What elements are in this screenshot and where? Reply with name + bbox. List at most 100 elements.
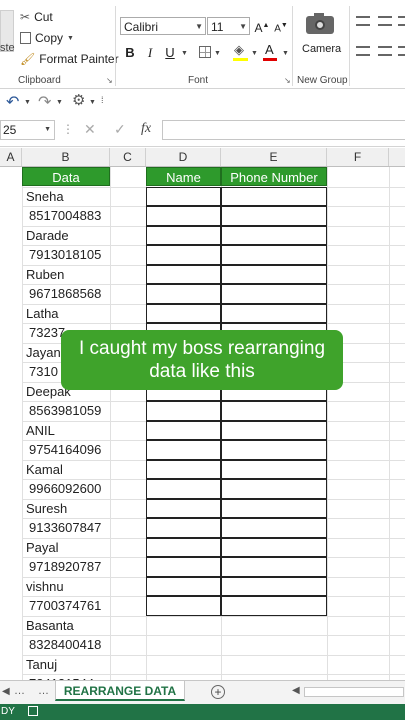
paste-label[interactable]: ste: [0, 42, 15, 54]
name-cell[interactable]: Suresh: [24, 499, 112, 518]
phone-table-cell[interactable]: [221, 576, 327, 596]
chevron-down-icon[interactable]: ▼: [44, 121, 51, 139]
name-table-cell[interactable]: [146, 440, 221, 460]
column-header-g[interactable]: [389, 148, 405, 166]
font-color-icon[interactable]: A: [265, 42, 274, 57]
phone-table-cell[interactable]: [221, 596, 327, 616]
column-header-b[interactable]: B: [22, 148, 110, 166]
chevron-down-icon[interactable]: ▼: [214, 50, 221, 57]
sheet-tab-rearrange-data[interactable]: REARRANGE DATA: [55, 681, 185, 701]
gear-icon[interactable]: ⚙: [72, 91, 85, 109]
name-cell[interactable]: Tanuj: [24, 655, 112, 674]
name-cell[interactable]: ANIL: [24, 421, 112, 440]
camera-label[interactable]: Camera: [302, 43, 341, 55]
prev-sheet-icon[interactable]: ◀: [2, 686, 10, 697]
name-header-cell[interactable]: Name: [146, 167, 221, 186]
name-table-cell[interactable]: [146, 537, 221, 557]
cut-button[interactable]: ✂ Cut: [20, 10, 53, 24]
column-header-c[interactable]: C: [110, 148, 146, 166]
fill-color-icon[interactable]: ◈: [234, 42, 244, 58]
copy-button[interactable]: Copy ▼: [20, 31, 74, 45]
chevron-down-icon[interactable]: ▼: [282, 50, 289, 57]
name-table-cell[interactable]: [146, 264, 221, 284]
grow-font-button[interactable]: A▲: [253, 17, 271, 35]
dialog-launcher-icon[interactable]: ↘: [106, 76, 113, 85]
name-table-cell[interactable]: [146, 557, 221, 577]
phone-header-cell[interactable]: Phone Number: [221, 167, 327, 186]
phone-table-cell[interactable]: [221, 537, 327, 557]
font-name-combo[interactable]: Calibri ▼: [120, 17, 206, 35]
chevron-down-icon[interactable]: ▼: [89, 99, 96, 106]
phone-table-cell[interactable]: [221, 401, 327, 421]
name-box[interactable]: 25 ▼: [0, 120, 55, 140]
phone-table-cell[interactable]: [221, 303, 327, 323]
name-table-cell[interactable]: [146, 225, 221, 245]
name-table-cell[interactable]: [146, 498, 221, 518]
phone-number-cell[interactable]: 8328400418: [24, 635, 115, 654]
phone-number-cell[interactable]: 8517004883: [24, 206, 115, 225]
chevron-down-icon[interactable]: ▼: [239, 18, 247, 36]
phone-number-cell[interactable]: 9754164096: [24, 440, 115, 459]
font-size-combo[interactable]: 11 ▼: [207, 17, 250, 35]
phone-table-cell[interactable]: [221, 440, 327, 460]
phone-table-cell[interactable]: [221, 186, 327, 206]
name-cell[interactable]: Sneha: [24, 187, 112, 206]
chevron-down-icon[interactable]: ▼: [251, 50, 258, 57]
scroll-left-icon[interactable]: ◀: [292, 685, 300, 696]
name-table-cell[interactable]: [146, 245, 221, 265]
phone-table-cell[interactable]: [221, 557, 327, 577]
column-header-e[interactable]: E: [221, 148, 327, 166]
name-cell[interactable]: Darade: [24, 226, 112, 245]
borders-icon[interactable]: [199, 46, 211, 58]
chevron-down-icon[interactable]: ▼: [195, 18, 203, 36]
format-painter-button[interactable]: 🖌 Format Painter: [20, 52, 119, 66]
customize-toolbar-icon[interactable]: ⁞: [101, 95, 104, 105]
check-icon[interactable]: ✓: [114, 121, 126, 138]
chevron-down-icon[interactable]: ▼: [181, 50, 188, 57]
phone-table-cell[interactable]: [221, 245, 327, 265]
bottom-align-icon[interactable]: [398, 16, 405, 26]
phone-number-cell[interactable]: 7700374761: [24, 596, 115, 615]
worksheet-grid[interactable]: Sneha 8517004883 Darade 7913018105 Ruben 9671…: [0, 167, 405, 680]
name-table-cell[interactable]: [146, 206, 221, 226]
name-table-cell[interactable]: [146, 420, 221, 440]
phone-number-cell[interactable]: 8563981059: [24, 401, 115, 420]
phone-number-cell[interactable]: 9966092600: [24, 479, 115, 498]
align-center-icon[interactable]: [378, 46, 392, 56]
macro-record-icon[interactable]: [28, 706, 38, 716]
phone-number-cell[interactable]: 9718920787: [24, 557, 115, 576]
phone-table-cell[interactable]: [221, 420, 327, 440]
italic-button[interactable]: I: [141, 44, 159, 62]
phone-table-cell[interactable]: [221, 459, 327, 479]
middle-align-icon[interactable]: [378, 16, 392, 26]
formula-input[interactable]: [162, 120, 405, 140]
chevron-down-icon[interactable]: ▼: [24, 99, 31, 106]
horizontal-scrollbar[interactable]: [304, 687, 404, 697]
align-right-icon[interactable]: [398, 46, 405, 56]
phone-table-cell[interactable]: [221, 206, 327, 226]
top-align-icon[interactable]: [356, 16, 370, 26]
name-table-cell[interactable]: [146, 576, 221, 596]
name-table-cell[interactable]: [146, 479, 221, 499]
chevron-down-icon[interactable]: ▼: [56, 99, 63, 106]
scroll-tabs-right-icon[interactable]: …: [38, 685, 49, 697]
phone-table-cell[interactable]: [221, 284, 327, 304]
bold-button[interactable]: B: [121, 44, 139, 62]
name-cell[interactable]: Payal: [24, 538, 112, 557]
align-left-icon[interactable]: [356, 46, 370, 56]
column-header-a[interactable]: A: [0, 148, 22, 166]
insert-function-icon[interactable]: fx: [141, 121, 151, 137]
phone-number-cell[interactable]: 9133607847: [24, 518, 115, 537]
name-table-cell[interactable]: [146, 401, 221, 421]
cancel-icon[interactable]: ✕: [84, 121, 96, 138]
data-header-cell[interactable]: Data: [22, 167, 110, 186]
name-cell[interactable]: vishnu: [24, 577, 112, 596]
name-cell[interactable]: Ruben: [24, 265, 112, 284]
name-cell[interactable]: Basanta: [24, 616, 112, 635]
camera-icon[interactable]: [306, 12, 334, 34]
column-header-d[interactable]: D: [146, 148, 221, 166]
phone-table-cell[interactable]: [221, 498, 327, 518]
phone-number-cell[interactable]: 7913018105: [24, 245, 115, 264]
name-table-cell[interactable]: [146, 459, 221, 479]
name-table-cell[interactable]: [146, 596, 221, 616]
